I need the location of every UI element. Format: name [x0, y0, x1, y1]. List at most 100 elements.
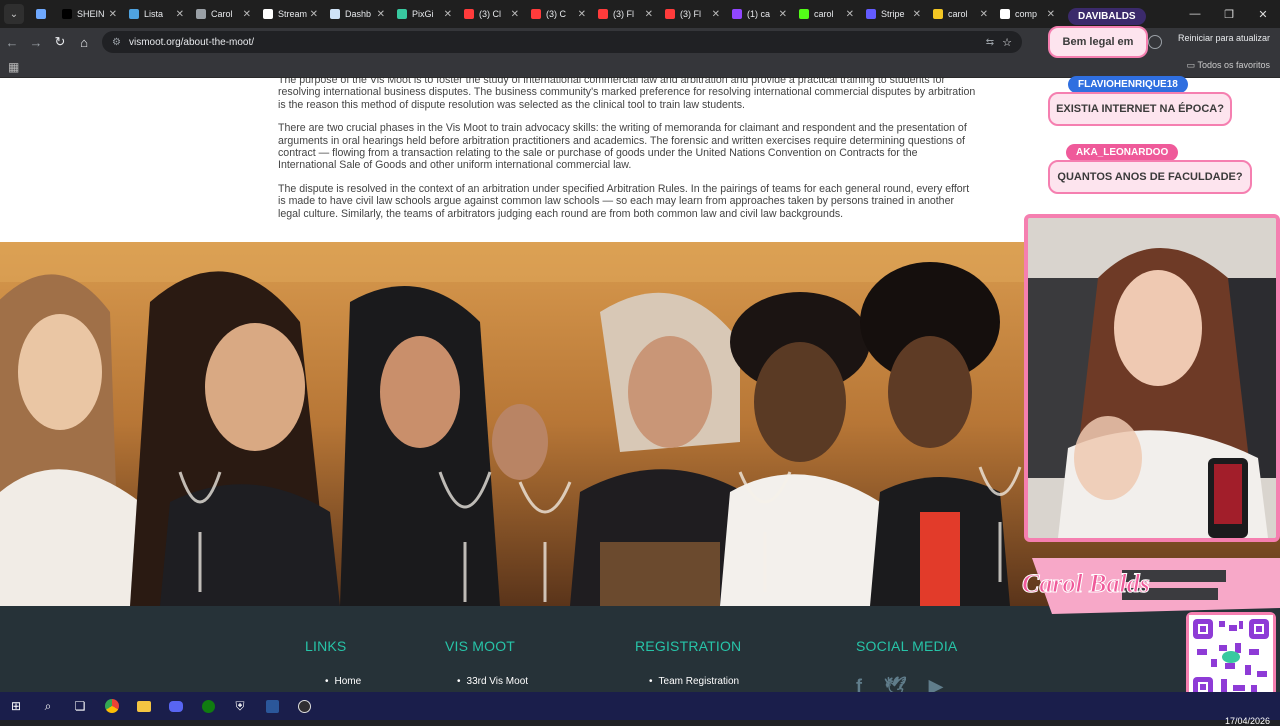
browser-tab[interactable]: (3) Fl ✕: [592, 2, 659, 26]
translate-icon[interactable]: ⇆: [986, 37, 994, 48]
tab-favicon-icon: [129, 9, 139, 19]
tab-label: Stripe: [881, 9, 905, 19]
article-paragraph-2: There are two crucial phases in the Vis …: [278, 122, 967, 172]
browser-tab[interactable]: SHEIN ✕: [56, 2, 123, 26]
site-info-icon[interactable]: ⚙: [112, 37, 121, 48]
twitter-icon[interactable]: 🕊: [884, 676, 907, 692]
browser-tab[interactable]: Carol ✕: [190, 2, 257, 26]
browser-tab[interactable]: (1) ca ✕: [726, 2, 793, 26]
webcam-art: [1028, 218, 1276, 538]
bookmarks-folder[interactable]: ▭ Todos os favoritos: [1187, 60, 1270, 71]
browser-tab[interactable]: Stream ✕: [257, 2, 324, 26]
tab-favicon-icon: [196, 9, 206, 19]
reload-icon[interactable]: ↻: [48, 34, 72, 50]
tab-label: (1) ca: [747, 9, 771, 19]
tab-close-icon[interactable]: ✕: [712, 9, 720, 20]
tab-close-icon[interactable]: ✕: [444, 9, 452, 20]
tab-close-icon[interactable]: ✕: [310, 9, 318, 20]
bookmark-star-icon[interactable]: ☆: [1002, 36, 1012, 49]
browser-tab[interactable]: [30, 2, 56, 26]
tab-label: (3) Fl: [680, 9, 701, 19]
chat-message-1: Bem legal em: [1048, 26, 1148, 58]
footer-links-title: LINKS: [305, 638, 347, 654]
tab-close-icon[interactable]: ✕: [779, 9, 787, 20]
chat-user-badge-1: DAVIBALDS: [1068, 8, 1146, 25]
footer-link-team-registration[interactable]: Team Registration: [649, 676, 741, 687]
tab-close-icon[interactable]: ✕: [377, 9, 385, 20]
footer-social-title: SOCIAL MEDIA: [856, 638, 958, 654]
back-icon[interactable]: ←: [0, 35, 24, 50]
xbox-icon[interactable]: [192, 692, 224, 720]
tab-close-icon[interactable]: ✕: [176, 9, 184, 20]
home-icon[interactable]: ⌂: [72, 35, 96, 50]
tab-close-icon[interactable]: ✕: [243, 9, 251, 20]
tab-close-icon[interactable]: ✕: [913, 9, 921, 20]
footer-link-home[interactable]: Home: [325, 676, 362, 687]
file-explorer-icon[interactable]: [128, 692, 160, 720]
maximize-icon[interactable]: ❐: [1212, 8, 1246, 21]
tab-favicon-icon: [397, 9, 407, 19]
stream-brand-panel: Carol Balds: [1012, 548, 1280, 618]
chrome-icon[interactable]: [96, 692, 128, 720]
windows-start-icon[interactable]: ⊞: [0, 692, 32, 720]
chat-message-3: QUANTOS ANOS DE FACULDADE?: [1048, 160, 1252, 194]
tab-favicon-icon: [598, 9, 608, 19]
footer-registration-col: REGISTRATION Team Registration: [635, 638, 741, 687]
tab-close-icon[interactable]: ✕: [511, 9, 519, 20]
tab-label: comp: [1015, 9, 1038, 19]
tab-label: Dashb: [345, 9, 372, 19]
browser-tab[interactable]: (3) Cl ✕: [458, 2, 525, 26]
word-icon[interactable]: [256, 692, 288, 720]
facebook-icon[interactable]: f: [856, 676, 862, 692]
tab-close-icon[interactable]: ✕: [109, 9, 117, 20]
search-icon[interactable]: ⌕: [32, 692, 64, 720]
tab-label: SHEIN: [77, 9, 105, 19]
discord-icon[interactable]: [160, 692, 192, 720]
tab-favicon-icon: [732, 9, 742, 19]
tab-favicon-icon: [36, 9, 46, 19]
task-view-icon[interactable]: ❏: [64, 692, 96, 720]
browser-tab[interactable]: carol ✕: [927, 2, 994, 26]
profile-icon[interactable]: [1148, 35, 1162, 49]
minimize-icon[interactable]: —: [1178, 8, 1212, 20]
update-button[interactable]: Reiniciar para atualizar: [1178, 33, 1270, 43]
footer-links-col: LINKS Home: [305, 638, 361, 687]
url-text: vismoot.org/about-the-moot/: [128, 36, 255, 48]
chat-message-2: EXISTIA INTERNET NA ÉPOCA?: [1048, 92, 1232, 126]
youtube-icon[interactable]: ▶: [929, 676, 943, 692]
browser-tab[interactable]: (3) C ✕: [525, 2, 592, 26]
apps-grid-icon[interactable]: ▦: [8, 60, 19, 74]
tab-label: Carol: [211, 9, 233, 19]
tab-close-icon[interactable]: ✕: [578, 9, 586, 20]
browser-tab[interactable]: PixGi ✕: [391, 2, 458, 26]
tab-close-icon[interactable]: ✕: [645, 9, 653, 20]
footer-vismoot-col: VIS MOOT 33rd Vis Moot: [445, 638, 528, 687]
tab-close-icon[interactable]: ✕: [846, 9, 854, 20]
taskbar: ⊞ ⌕ ❏ ⛨: [0, 692, 1280, 720]
browser-tab[interactable]: comp ✕: [994, 2, 1061, 26]
tab-label: carol: [948, 9, 968, 19]
footer-social-col: SOCIAL MEDIA f 🕊 ▶: [856, 638, 957, 692]
close-window-icon[interactable]: ✕: [1246, 8, 1280, 21]
qr-code: [1186, 612, 1276, 704]
browser-tab[interactable]: Stripe ✕: [860, 2, 927, 26]
article-paragraph-3: The dispute is resolved in the context o…: [278, 182, 970, 220]
brand-banner: Carol Balds: [1022, 558, 1280, 614]
obs-icon[interactable]: [288, 692, 320, 720]
tab-label: Stream: [278, 9, 307, 19]
shield-icon[interactable]: ⛨: [224, 692, 256, 720]
footer-link-33rd-vis-moot[interactable]: 33rd Vis Moot: [457, 676, 529, 687]
bookmarks-bar: ▦ ▭ Todos os favoritos: [0, 56, 1280, 78]
browser-tab[interactable]: carol ✕: [793, 2, 860, 26]
address-bar[interactable]: ⚙ vismoot.org/about-the-moot/ ⇆ ☆: [102, 31, 1022, 53]
tab-favicon-icon: [1000, 9, 1010, 19]
forward-icon[interactable]: →: [24, 35, 48, 50]
tab-close-icon[interactable]: ✕: [1047, 9, 1055, 20]
tab-search-icon[interactable]: ⌄: [4, 4, 24, 24]
taskbar-date: 17/04/2026: [1224, 716, 1270, 726]
tab-close-icon[interactable]: ✕: [980, 9, 988, 20]
browser-tab[interactable]: Dashb ✕: [324, 2, 391, 26]
browser-tab[interactable]: (3) Fl ✕: [659, 2, 726, 26]
browser-tab[interactable]: Lista ✕: [123, 2, 190, 26]
webcam-feed: [1024, 214, 1280, 542]
